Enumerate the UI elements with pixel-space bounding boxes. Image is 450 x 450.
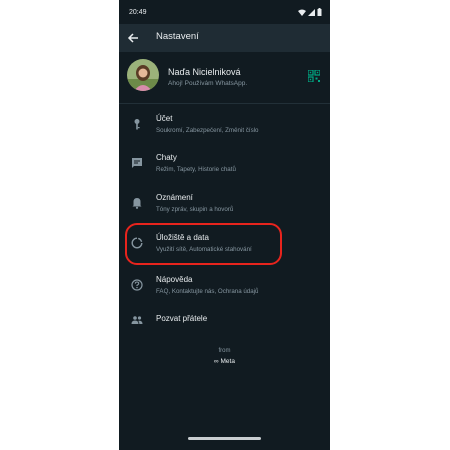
status-icons [298, 8, 322, 16]
back-arrow-icon[interactable] [126, 31, 140, 45]
app-bar: Nastavení [119, 24, 330, 52]
settings-item-account[interactable]: Účet Soukromí, Zabezpečení, Změnit číslo [119, 109, 330, 147]
wifi-icon [298, 9, 306, 16]
avatar-photo [127, 59, 159, 91]
chat-icon [132, 158, 142, 168]
status-time: 20:49 [129, 9, 147, 16]
settings-item-title: Nápověda [156, 275, 193, 284]
divider [119, 103, 330, 104]
settings-item-invite[interactable]: Pozvat přátele [119, 305, 330, 343]
battery-icon [317, 8, 322, 16]
footer-from: from [218, 348, 231, 354]
settings-item-notifications[interactable]: Oznámení Tóny zpráv, skupin a hovorů [119, 188, 330, 226]
help-icon [131, 279, 143, 291]
settings-item-subtitle: FAQ, Kontaktujte nás, Ochrana údajů [156, 288, 259, 295]
profile-row[interactable]: Naďa Nicielniková Ahoj! Používám WhatsAp… [119, 52, 330, 102]
settings-item-title: Chaty [156, 153, 177, 162]
settings-item-chats[interactable]: Chaty Režim, Tapety, Historie chatů [119, 148, 330, 186]
gesture-bar[interactable] [188, 437, 261, 440]
settings-item-subtitle: Soukromí, Zabezpečení, Změnit číslo [156, 127, 259, 134]
status-bar: 20:49 [119, 0, 330, 24]
settings-item-title: Pozvat přátele [156, 314, 208, 323]
bell-icon [132, 198, 142, 209]
signal-icon [308, 8, 315, 16]
qr-code-icon[interactable] [308, 70, 320, 82]
page-title: Nastavení [156, 31, 199, 42]
people-icon [131, 316, 143, 324]
profile-status: Ahoj! Používám WhatsApp. [168, 80, 248, 87]
highlight-annotation [125, 223, 282, 265]
avatar[interactable] [127, 59, 159, 91]
settings-item-title: Oznámení [156, 193, 193, 202]
meta-logo: ∞ Meta [214, 358, 235, 365]
key-icon [134, 119, 140, 130]
settings-item-help[interactable]: Nápověda FAQ, Kontaktujte nás, Ochrana ú… [119, 270, 330, 308]
settings-item-subtitle: Režim, Tapety, Historie chatů [156, 166, 236, 173]
profile-name: Naďa Nicielniková [168, 67, 241, 77]
settings-item-title: Účet [156, 114, 173, 123]
settings-item-subtitle: Tóny zpráv, skupin a hovorů [156, 206, 234, 213]
